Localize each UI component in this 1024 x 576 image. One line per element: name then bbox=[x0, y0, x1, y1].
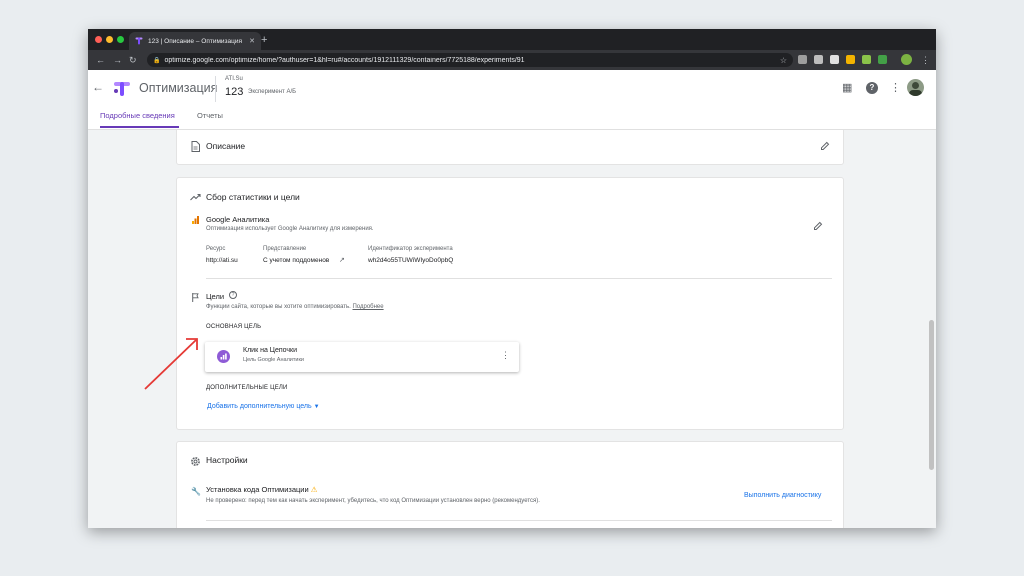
settings-title: Настройки bbox=[206, 455, 248, 465]
reload-icon[interactable]: ↻ bbox=[129, 53, 137, 67]
stats-goals-card: Сбор статистики и цели Google Аналитика … bbox=[176, 177, 844, 430]
section-divider bbox=[206, 520, 832, 521]
edit-pencil-icon[interactable] bbox=[820, 141, 830, 151]
learn-more-link[interactable]: Подробнее bbox=[352, 304, 383, 310]
optimize-logo-icon bbox=[114, 82, 130, 96]
browser-menu-icon[interactable]: ⋮ bbox=[921, 54, 930, 66]
app-header: ← Оптимизация ATI.Su 123 Эксперимент А/Б… bbox=[88, 70, 936, 108]
wrench-icon: 🔧 bbox=[191, 487, 201, 496]
experiment-id-value: wh2d4o55TUWiWIyoDo0pbQ bbox=[368, 257, 454, 264]
primary-goal-subtitle: Цель Google Аналитики bbox=[243, 357, 304, 363]
view-label: Представление bbox=[263, 246, 307, 252]
dropdown-arrow-icon: ▼ bbox=[313, 404, 320, 410]
extension-icon-3[interactable] bbox=[830, 55, 839, 64]
gear-icon bbox=[191, 457, 200, 466]
extension-icon-6[interactable] bbox=[878, 55, 887, 64]
extension-icon-2[interactable] bbox=[814, 55, 823, 64]
ga-title: Google Аналитика bbox=[206, 215, 270, 224]
url-text[interactable]: optimize.google.com/optimize/home/?authu… bbox=[164, 57, 779, 64]
page-scrollbar[interactable] bbox=[929, 320, 934, 470]
minimize-window-button[interactable] bbox=[106, 36, 113, 43]
help-outline-icon[interactable]: ? bbox=[229, 291, 237, 299]
back-arrow-icon[interactable]: ← bbox=[96, 53, 105, 67]
container-name[interactable]: 123 bbox=[225, 86, 243, 98]
warning-icon: ⚠ bbox=[310, 485, 318, 494]
install-code-title: Установка кода Оптимизации ⚠ bbox=[206, 485, 318, 494]
install-code-description: Не проверено: перед тем как начать экспе… bbox=[206, 498, 540, 504]
forward-arrow-icon[interactable]: → bbox=[113, 53, 122, 67]
close-window-button[interactable] bbox=[95, 36, 102, 43]
tab-title: 123 | Описание – Оптимизация bbox=[148, 37, 243, 45]
additional-goals-label: ДОПОЛНИТЕЛЬНЫЕ ЦЕЛИ bbox=[206, 385, 288, 391]
new-tab-button[interactable]: + bbox=[261, 32, 267, 48]
edit-pencil-icon[interactable] bbox=[813, 221, 823, 231]
active-tab-indicator bbox=[100, 126, 179, 128]
add-goal-link[interactable]: Добавить дополнительную цель ▼ bbox=[207, 403, 320, 410]
goal-more-icon[interactable]: ⋮ bbox=[501, 349, 510, 361]
page-tabs: Подробные сведения Отчеты bbox=[88, 108, 936, 130]
google-analytics-icon bbox=[192, 216, 199, 224]
browser-tab[interactable]: 123 | Описание – Оптимизация ✕ bbox=[129, 32, 261, 50]
maximize-window-button[interactable] bbox=[117, 36, 124, 43]
lock-icon: 🔒 bbox=[153, 57, 161, 64]
main-content: Описание Сбор статистики и цели Google А… bbox=[88, 130, 936, 528]
user-avatar[interactable] bbox=[907, 79, 924, 96]
back-arrow-icon[interactable]: ← bbox=[92, 80, 104, 94]
open-in-new-icon[interactable]: ↗ bbox=[339, 256, 345, 264]
app-name: Оптимизация bbox=[139, 81, 218, 95]
trending-up-icon bbox=[190, 193, 201, 201]
close-tab-icon[interactable]: ✕ bbox=[249, 37, 255, 45]
browser-toolbar: ← → ↻ 🔒 optimize.google.com/optimize/hom… bbox=[88, 50, 936, 70]
apps-grid-icon[interactable]: ▦ bbox=[842, 82, 852, 94]
tab-bar: 123 | Описание – Оптимизация ✕ + bbox=[88, 29, 936, 50]
tab-reports[interactable]: Отчеты bbox=[197, 111, 223, 120]
more-vert-icon[interactable]: ⋮ bbox=[890, 82, 901, 94]
extension-icon-1[interactable] bbox=[798, 55, 807, 64]
experiment-id-label: Идентификатор эксперимента bbox=[368, 246, 453, 252]
goals-description: Функции сайта, которые вы хотите оптимиз… bbox=[206, 304, 384, 310]
section-divider bbox=[206, 278, 832, 279]
browser-profile-avatar[interactable] bbox=[901, 54, 912, 65]
bookmark-star-icon[interactable]: ☆ bbox=[780, 56, 787, 65]
experiment-type: Эксперимент А/Б bbox=[248, 89, 297, 95]
document-icon bbox=[191, 141, 200, 152]
extension-icon-4[interactable] bbox=[846, 55, 855, 64]
resource-value: http://ati.su bbox=[206, 257, 238, 264]
account-name[interactable]: ATI.Su bbox=[225, 76, 243, 82]
stats-title: Сбор статистики и цели bbox=[206, 192, 300, 202]
extension-icon-5[interactable] bbox=[862, 55, 871, 64]
goals-title: Цели bbox=[206, 292, 225, 301]
optimize-favicon-icon bbox=[135, 37, 143, 45]
ga-description: Оптимизация использует Google Аналитику … bbox=[206, 226, 374, 232]
analytics-goal-icon bbox=[217, 350, 230, 363]
primary-goal-card[interactable]: Клик на Цепочки Цель Google Аналитики ⋮ bbox=[205, 342, 519, 372]
run-diagnostics-link[interactable]: Выполнить диагностику bbox=[744, 492, 821, 499]
flag-icon bbox=[192, 293, 199, 302]
user-photo-icon bbox=[909, 82, 922, 96]
view-value: С учетом поддоменов bbox=[263, 257, 330, 264]
resource-label: Ресурс bbox=[206, 246, 226, 252]
description-card: Описание bbox=[176, 130, 844, 165]
help-icon[interactable]: ? bbox=[866, 82, 878, 94]
tab-details[interactable]: Подробные сведения bbox=[100, 111, 175, 120]
primary-goal-label: ОСНОВНАЯ ЦЕЛЬ bbox=[206, 324, 262, 330]
address-bar[interactable]: 🔒 optimize.google.com/optimize/home/?aut… bbox=[147, 53, 793, 67]
header-divider bbox=[215, 76, 216, 102]
description-title: Описание bbox=[206, 141, 246, 151]
settings-card: Настройки 🔧 Установка кода Оптимизации ⚠… bbox=[176, 441, 844, 528]
browser-window: 123 | Описание – Оптимизация ✕ + ← → ↻ 🔒… bbox=[88, 29, 936, 528]
primary-goal-title: Клик на Цепочки bbox=[243, 347, 298, 354]
